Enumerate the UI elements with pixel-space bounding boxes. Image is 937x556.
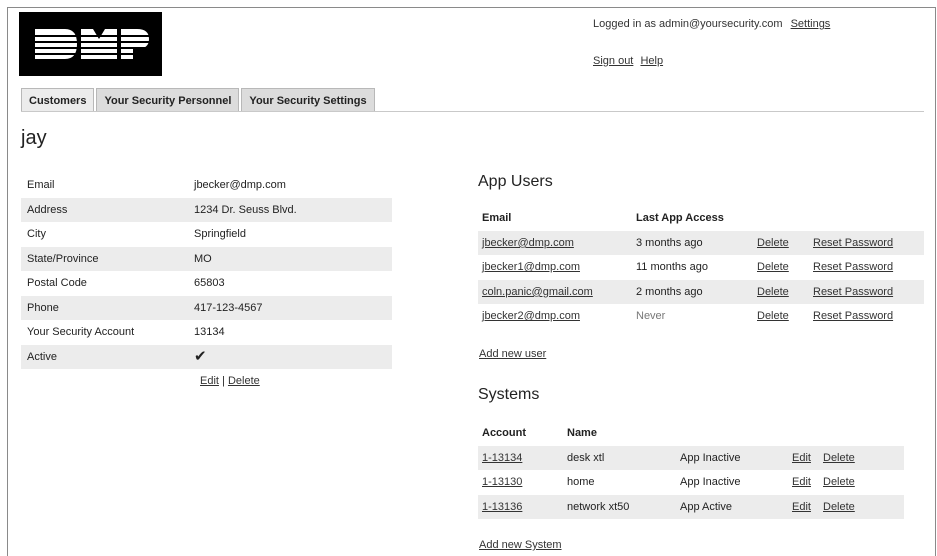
reset-password-link[interactable]: Reset Password (813, 237, 893, 249)
app-users-title: App Users (478, 173, 553, 190)
settings-link[interactable]: Settings (791, 18, 831, 30)
add-new-system-link[interactable]: Add new System (479, 539, 562, 551)
system-account-link[interactable]: 1-13136 (478, 501, 567, 513)
customer-actions: Edit | Delete (21, 369, 392, 387)
delete-user-link[interactable]: Delete (757, 261, 789, 273)
detail-label: Address (27, 203, 68, 216)
detail-value: 1234 Dr. Seuss Blvd. (194, 203, 297, 216)
dmp-logo-mark (19, 12, 162, 76)
user-email-link[interactable]: jbecker1@dmp.com (478, 261, 636, 273)
app-users-table: Email Last App Access jbecker@dmp.com 3 … (478, 206, 924, 329)
detail-row-postal-code: Postal Code 65803 (21, 271, 392, 296)
systems-title: Systems (478, 386, 540, 403)
system-name: network xt50 (567, 500, 630, 513)
detail-row-account: Your Security Account 13134 (21, 320, 392, 345)
detail-label: Email (27, 179, 55, 192)
delete-system-link[interactable]: Delete (823, 452, 855, 464)
system-status: App Active (680, 500, 732, 513)
tab-security-personnel[interactable]: Your Security Personnel (96, 88, 240, 112)
detail-value: 417-123-4567 (194, 301, 263, 314)
detail-value: 13134 (194, 326, 225, 339)
edit-system-link[interactable]: Edit (792, 476, 811, 488)
sign-out-link[interactable]: Sign out (593, 55, 633, 67)
delete-user-link[interactable]: Delete (757, 237, 789, 249)
account-nav: Logged in as admin@yoursecurity.com Sett… (593, 18, 831, 67)
detail-row-phone: Phone 417-123-4567 (21, 295, 392, 320)
detail-row-active: Active ✔ (21, 344, 392, 369)
reset-password-link[interactable]: Reset Password (813, 286, 893, 298)
table-row: 1-13136 network xt50 App Active Edit Del… (478, 494, 904, 519)
delete-system-link[interactable]: Delete (823, 501, 855, 513)
table-row: 1-13130 home App Inactive Edit Delete (478, 470, 904, 495)
table-row: 1-13134 desk xtl App Inactive Edit Delet… (478, 445, 904, 470)
last-access-value: 3 months ago (636, 236, 703, 249)
page-title: jay (21, 127, 47, 149)
dmp-logo[interactable] (19, 12, 162, 76)
column-header-name: Name (567, 427, 597, 440)
table-row: coln.panic@gmail.com 2 months ago Delete… (478, 279, 924, 304)
system-status: App Inactive (680, 476, 741, 489)
table-row: jbecker1@dmp.com 11 months ago Delete Re… (478, 255, 924, 280)
detail-label: State/Province (27, 252, 99, 265)
user-email-link[interactable]: jbecker@dmp.com (478, 237, 636, 249)
detail-value: MO (194, 252, 212, 265)
detail-label: Your Security Account (27, 326, 135, 339)
delete-user-link[interactable]: Delete (757, 310, 789, 322)
customer-details: Email jbecker@dmp.com Address 1234 Dr. S… (21, 173, 392, 387)
user-email-link[interactable]: jbecker2@dmp.com (478, 310, 636, 322)
column-header-account: Account (482, 427, 526, 440)
help-link[interactable]: Help (640, 55, 663, 67)
edit-customer-link[interactable]: Edit (200, 375, 219, 387)
checkmark-icon: ✔ (194, 348, 207, 366)
table-header: Email Last App Access (478, 206, 924, 231)
detail-label: Active (27, 350, 57, 363)
table-row: jbecker@dmp.com 3 months ago Delete Rese… (478, 230, 924, 255)
detail-label: Postal Code (27, 277, 87, 290)
tab-customers[interactable]: Customers (21, 88, 95, 112)
column-header-last-access: Last App Access (636, 212, 724, 225)
detail-value: 65803 (194, 277, 225, 290)
system-account-link[interactable]: 1-13130 (478, 476, 567, 488)
table-header: Account Name (478, 421, 904, 446)
user-email-link[interactable]: coln.panic@gmail.com (478, 286, 636, 298)
column-header-email: Email (482, 212, 512, 225)
table-row: jbecker2@dmp.com Never Delete Reset Pass… (478, 304, 924, 329)
logged-in-text: Logged in as admin@yoursecurity.com (593, 18, 783, 30)
action-separator: | (222, 375, 225, 387)
last-access-value: Never (636, 310, 666, 323)
delete-system-link[interactable]: Delete (823, 476, 855, 488)
edit-system-link[interactable]: Edit (792, 501, 811, 513)
detail-label: Phone (27, 301, 59, 314)
system-account-link[interactable]: 1-13134 (478, 452, 567, 464)
detail-row-city: City Springfield (21, 222, 392, 247)
system-status: App Inactive (680, 451, 741, 464)
delete-customer-link[interactable]: Delete (228, 375, 260, 387)
detail-value: jbecker@dmp.com (194, 179, 286, 192)
detail-label: City (27, 228, 46, 241)
delete-user-link[interactable]: Delete (757, 286, 789, 298)
system-name: home (567, 476, 595, 489)
detail-value: Springfield (194, 228, 246, 241)
system-name: desk xtl (567, 451, 605, 464)
systems-table: Account Name 1-13134 desk xtl App Inacti… (478, 421, 904, 519)
main-tabs: Customers Your Security Personnel Your S… (21, 88, 377, 112)
detail-row-email: Email jbecker@dmp.com (21, 173, 392, 198)
detail-row-state: State/Province MO (21, 246, 392, 271)
edit-system-link[interactable]: Edit (792, 452, 811, 464)
last-access-value: 2 months ago (636, 285, 703, 298)
add-new-user-link[interactable]: Add new user (479, 348, 546, 360)
tab-divider (21, 111, 924, 112)
tab-security-settings[interactable]: Your Security Settings (241, 88, 375, 112)
reset-password-link[interactable]: Reset Password (813, 261, 893, 273)
reset-password-link[interactable]: Reset Password (813, 310, 893, 322)
detail-row-address: Address 1234 Dr. Seuss Blvd. (21, 197, 392, 222)
last-access-value: 11 months ago (636, 261, 708, 274)
